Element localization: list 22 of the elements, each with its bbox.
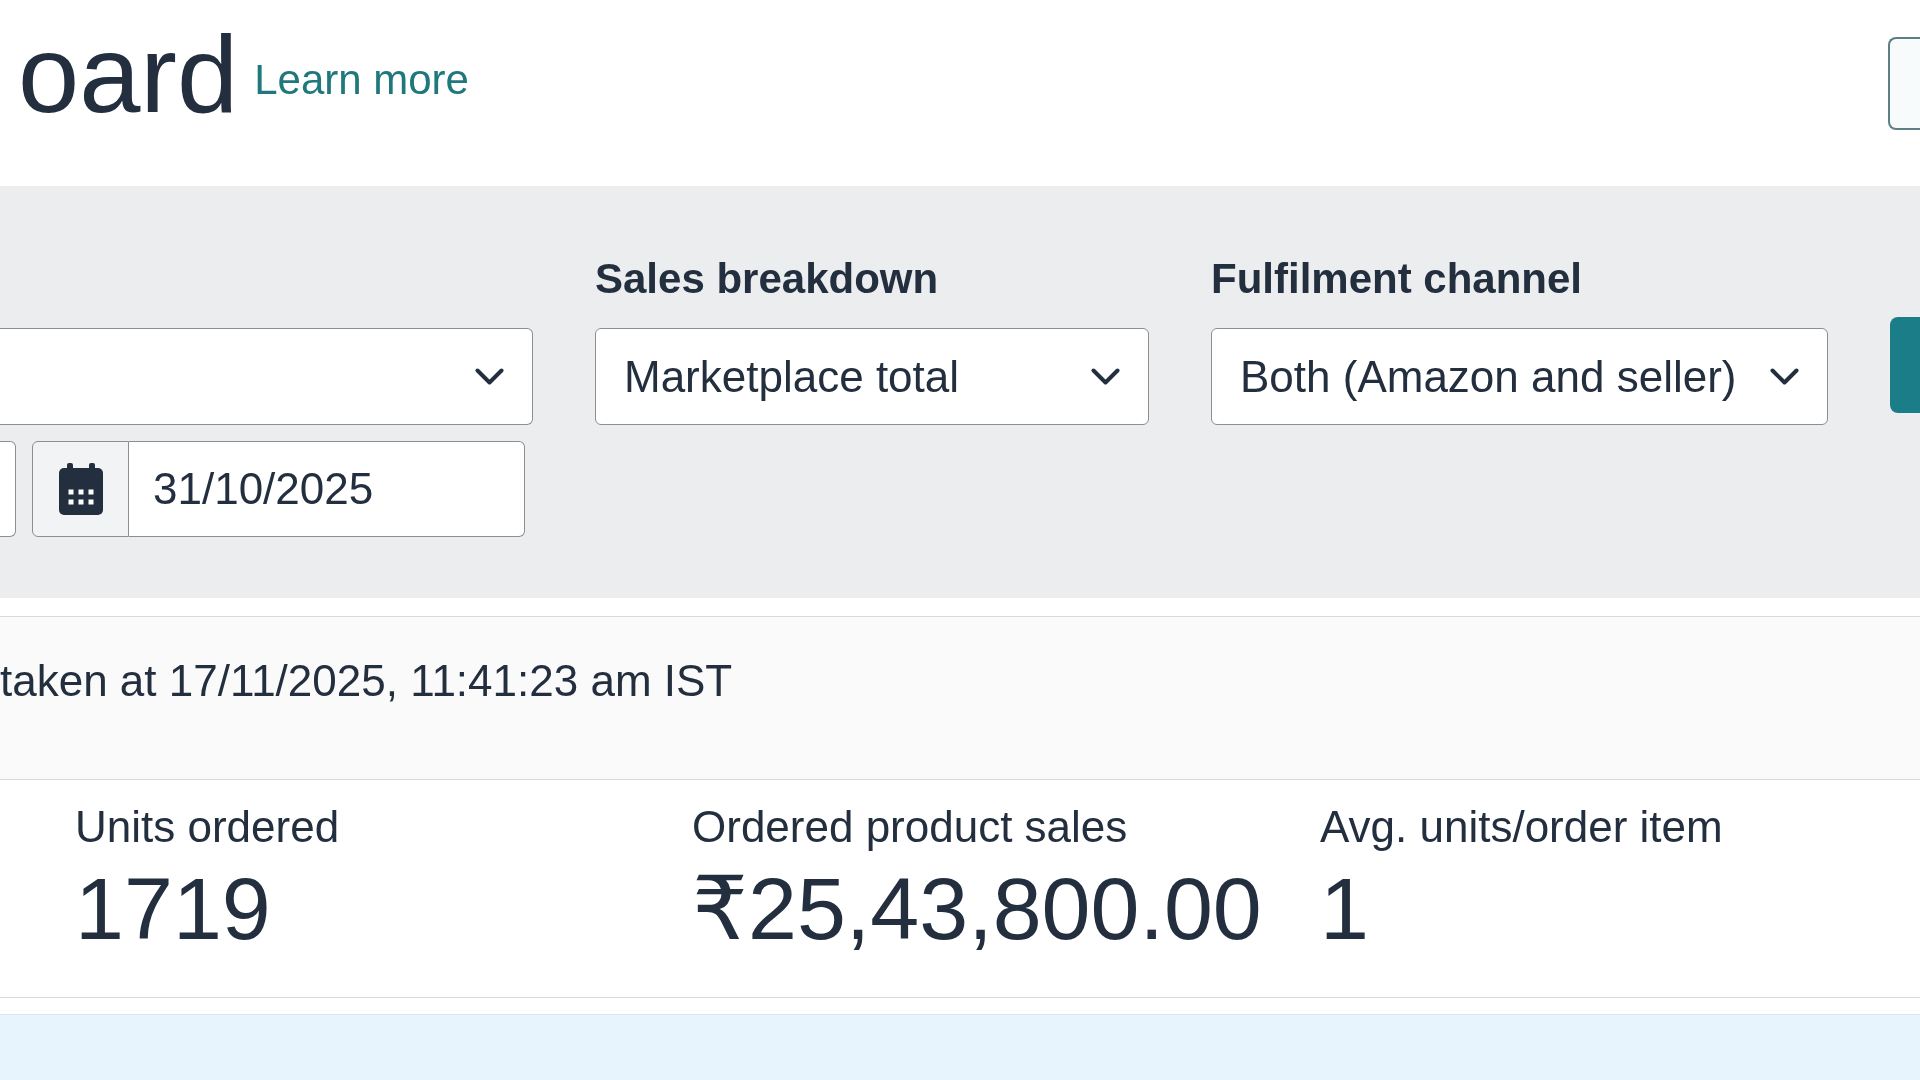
date-range-dropdown[interactable]: [0, 328, 533, 425]
dropdown[interactable]: Both (Amazon and seller): [1211, 328, 1828, 425]
metric-label: Units ordered: [75, 801, 340, 853]
filter-label: Sales breakdown: [595, 254, 940, 304]
date-field[interactable]: [0, 441, 16, 537]
metric-label: Avg. units/order item: [1320, 801, 1723, 853]
secondary-button[interactable]: [1888, 37, 1920, 130]
page-title: oard: [18, 19, 239, 129]
filter-label: Fulfilment channel: [1211, 254, 1584, 304]
metric-value: 1: [1320, 865, 1369, 953]
learn-more-link[interactable]: Learn more: [254, 59, 469, 101]
date-field[interactable]: 31/10/2025: [129, 441, 525, 537]
metric-value: ₹25,43,800.00: [692, 865, 1262, 953]
metric-label: Ordered product sales: [692, 801, 1128, 853]
metric-value: 1719: [75, 865, 271, 953]
chevron-down-icon: [1770, 367, 1799, 386]
chevron-down-icon: [1091, 367, 1120, 386]
snapshot-text: taken at 17/11/2025, 11:41:23 am IST: [0, 655, 733, 707]
dropdown[interactable]: Marketplace total: [595, 328, 1149, 425]
calendar-button[interactable]: [32, 441, 129, 537]
calendar-icon: [58, 463, 103, 515]
chevron-down-icon: [475, 367, 504, 386]
